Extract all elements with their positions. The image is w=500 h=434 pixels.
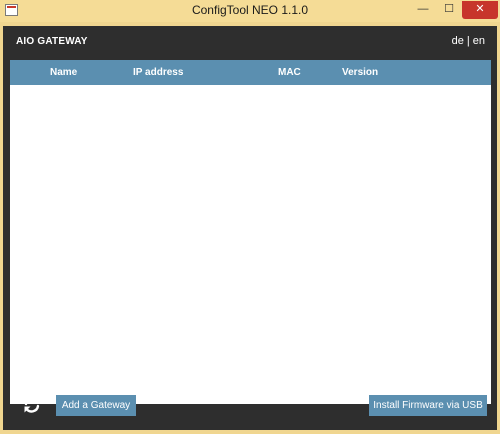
add-gateway-button[interactable]: Add a Gateway (56, 395, 136, 416)
lang-en-link[interactable]: en (473, 35, 485, 47)
column-header-ip-address[interactable]: IP address (133, 67, 183, 78)
lang-separator: | (466, 35, 470, 47)
title-bar[interactable]: ConfigTool NEO 1.1.0 — ☐ ✕ (0, 0, 500, 22)
install-firmware-usb-button[interactable]: Install Firmware via USB (369, 395, 487, 416)
column-header-version[interactable]: Version (342, 67, 378, 78)
maximize-button[interactable]: ☐ (436, 1, 462, 19)
language-switcher: de | en (452, 35, 485, 47)
main-panel: AIO GATEWAY de | en Name IP address MAC Ve… (3, 26, 497, 430)
gateway-table: Name IP address MAC Version (10, 60, 491, 404)
column-header-name[interactable]: Name (50, 67, 77, 78)
column-header-mac[interactable]: MAC (278, 67, 301, 78)
table-header: Name IP address MAC Version (10, 60, 491, 85)
app-window: ConfigTool NEO 1.1.0 — ☐ ✕ AIO GATEWAY d… (0, 0, 500, 434)
close-button[interactable]: ✕ (462, 1, 498, 19)
minimize-button[interactable]: — (410, 1, 436, 19)
brand-title: AIO GATEWAY (16, 36, 88, 47)
lang-de-link[interactable]: de (452, 35, 464, 47)
refresh-icon[interactable] (22, 395, 42, 415)
